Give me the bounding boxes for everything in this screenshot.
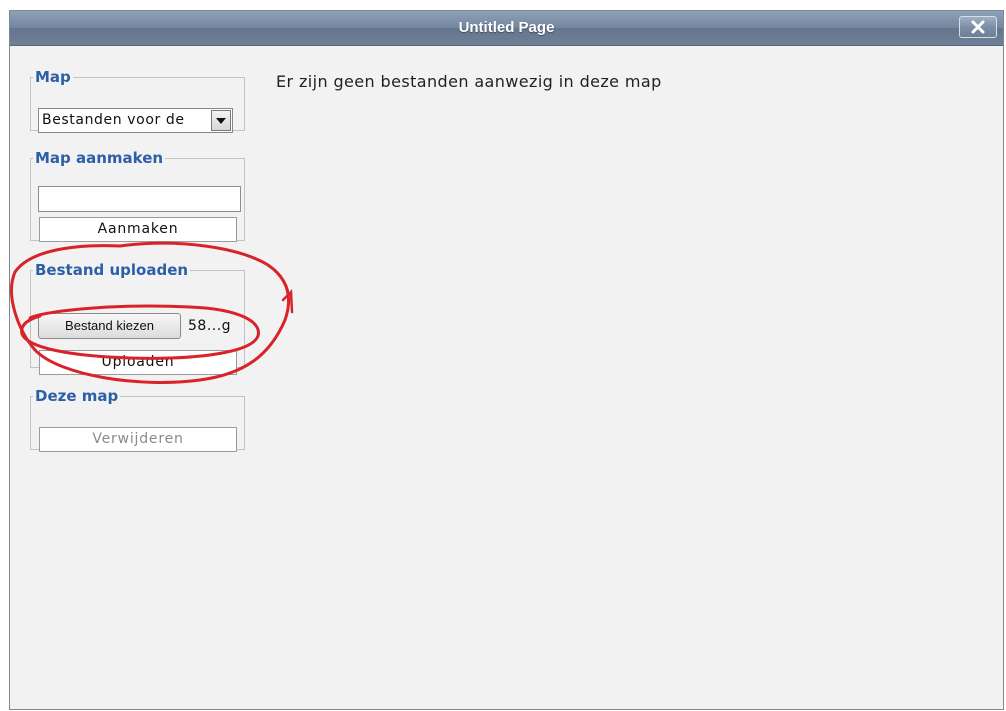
folder-name-input[interactable] [38, 186, 241, 212]
map-legend: Map [35, 68, 71, 86]
map-group: Map Bestanden voor de [30, 68, 245, 133]
title-bar[interactable]: Untitled Page [10, 11, 1003, 46]
create-button[interactable]: Aanmaken [39, 217, 237, 242]
close-button[interactable] [959, 16, 997, 38]
empty-folder-message: Er zijn geen bestanden aanwezig in deze … [276, 72, 662, 91]
choose-file-button[interactable]: Bestand kiezen [38, 313, 181, 339]
folder-select[interactable]: Bestanden voor de [38, 108, 233, 133]
window-title: Untitled Page [458, 19, 555, 36]
file-picker: Bestand kiezen 58...g [38, 313, 242, 339]
dialog-window: Untitled Page Map Bestanden voor de Map … [9, 10, 1004, 710]
create-folder-legend: Map aanmaken [35, 149, 164, 167]
upload-file-group: Bestand uploaden Bestand kiezen 58...g U… [30, 261, 245, 375]
delete-folder-button[interactable]: Verwijderen [39, 427, 237, 452]
upload-file-legend: Bestand uploaden [35, 261, 189, 279]
upload-button[interactable]: Uploaden [39, 350, 237, 375]
chevron-down-icon[interactable] [211, 110, 231, 131]
create-folder-group: Map aanmaken Aanmaken [30, 149, 245, 242]
this-folder-legend: Deze map [35, 387, 119, 405]
chosen-file-name: 58...g [188, 318, 232, 334]
dialog-content: Map Bestanden voor de Map aanmaken Aanma… [10, 46, 1003, 709]
folder-select-value: Bestanden voor de [42, 112, 185, 128]
close-x-icon [971, 20, 985, 34]
this-folder-group: Deze map Verwijderen [30, 387, 245, 452]
